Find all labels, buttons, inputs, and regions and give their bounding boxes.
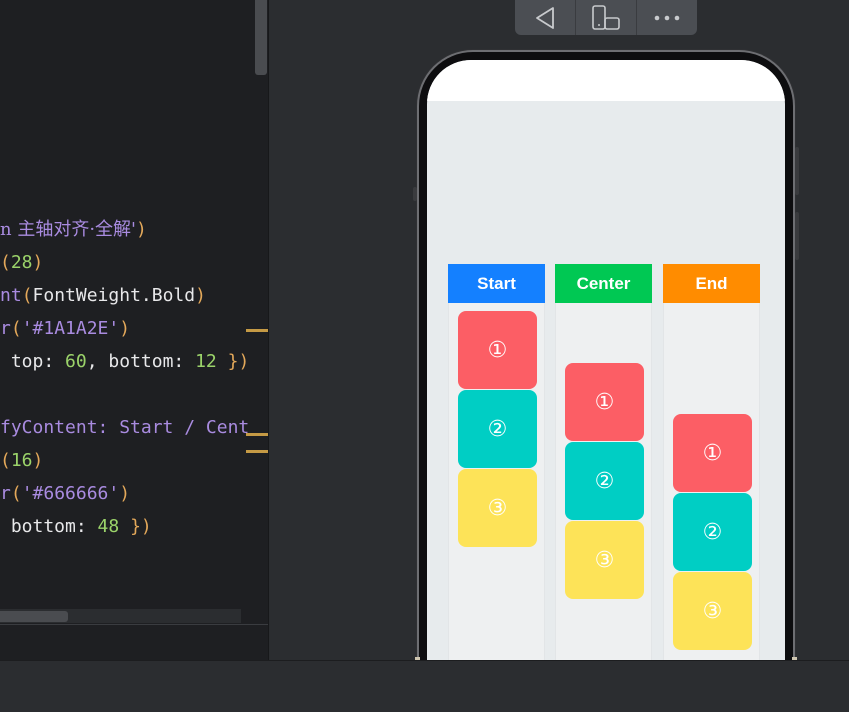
divider bbox=[0, 624, 268, 625]
side-button bbox=[795, 147, 799, 195]
device-screen[interactable]: Start ① ② ③ Center ① ② ③ End ① ② ③ bbox=[427, 60, 785, 712]
item-box-1: ① bbox=[565, 363, 644, 441]
status-bar bbox=[427, 60, 785, 101]
item-box-3: ③ bbox=[458, 469, 537, 547]
code-line: bottom: 48 }) bbox=[0, 516, 152, 537]
item-box-2: ② bbox=[565, 442, 644, 520]
column-start: Start ① ② ③ bbox=[448, 264, 545, 662]
rotate-device-button[interactable] bbox=[575, 0, 636, 35]
column-center: Center ① ② ③ bbox=[555, 264, 652, 662]
device-frame: Start ① ② ③ Center ① ② ③ End ① ② ③ bbox=[413, 52, 799, 712]
change-marker bbox=[246, 329, 268, 332]
column-header: Start bbox=[448, 264, 545, 303]
previewer-toolbar bbox=[515, 0, 697, 35]
item-box-2: ② bbox=[458, 390, 537, 468]
change-marker bbox=[246, 450, 268, 453]
column-body: ① ② ③ bbox=[663, 303, 760, 660]
item-box-1: ① bbox=[673, 414, 752, 492]
change-marker bbox=[246, 433, 268, 436]
code-line: r('#1A1A2E') bbox=[0, 318, 131, 339]
code-line: top: 60, bottom: 12 }) bbox=[0, 351, 250, 372]
back-button[interactable] bbox=[515, 0, 575, 35]
code-line: r('#666666') bbox=[0, 483, 131, 504]
code-line: (16) bbox=[0, 450, 44, 471]
code-line: n 主轴对齐·全解') bbox=[0, 219, 147, 240]
column-body: ① ② ③ bbox=[555, 303, 652, 660]
item-box-2: ② bbox=[673, 493, 752, 571]
column-header: Center bbox=[555, 264, 652, 303]
item-box-1: ① bbox=[458, 311, 537, 389]
column-body: ① ② ③ bbox=[448, 303, 545, 660]
code-editor[interactable]: n 主轴对齐·全解') (28) nt(FontWeight.Bold) r('… bbox=[0, 0, 268, 660]
side-button bbox=[795, 212, 799, 260]
more-dots-icon bbox=[654, 15, 680, 20]
more-button[interactable] bbox=[636, 0, 697, 35]
horizontal-scrollbar[interactable] bbox=[0, 611, 68, 622]
item-box-3: ③ bbox=[673, 572, 752, 650]
back-triangle-icon bbox=[536, 6, 554, 29]
code-line: fyContent: Start / Cent bbox=[0, 417, 250, 438]
bottom-status-bar bbox=[0, 660, 849, 712]
column-end: End ① ② ③ bbox=[663, 264, 760, 662]
device-rotate-icon bbox=[592, 4, 620, 30]
vertical-scrollbar[interactable] bbox=[255, 0, 267, 75]
side-button bbox=[413, 187, 417, 201]
code-line: nt(FontWeight.Bold) bbox=[0, 285, 206, 306]
column-header: End bbox=[663, 264, 760, 303]
previewer-panel: Start ① ② ③ Center ① ② ③ End ① ② ③ bbox=[269, 0, 849, 712]
ide-window: n 主轴对齐·全解') (28) nt(FontWeight.Bold) r('… bbox=[0, 0, 849, 712]
code-line: (28) bbox=[0, 252, 44, 273]
item-box-3: ③ bbox=[565, 521, 644, 599]
